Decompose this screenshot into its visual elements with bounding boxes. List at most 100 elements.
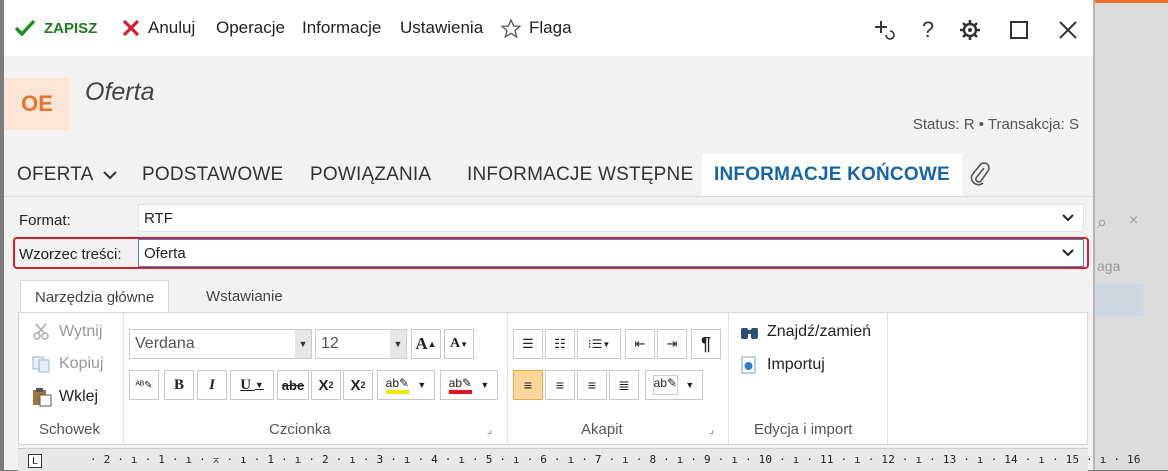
ribbon-panel: Wytnij Kopiuj Wklej Schowek Verdana ▼ 12…	[18, 312, 1088, 445]
tab-label: INFORMACJE WSTĘPNE	[467, 164, 694, 185]
copy-label: Kopiuj	[59, 355, 104, 372]
form-area: Format: RTF Wzorzec treści: Oferta Narzę…	[4, 197, 1093, 470]
font-color-icon[interactable]: ab✎ ▼	[440, 370, 498, 400]
decrease-indent-icon[interactable]: ⇤	[625, 329, 655, 359]
tab-informacje-wstepne[interactable]: INFORMACJE WSTĘPNE	[467, 154, 693, 196]
tab-label: INFORMACJE KOŃCOWE	[714, 164, 950, 185]
tab-label: PODSTAWOWE	[142, 164, 284, 185]
save-label: ZAPISZ	[44, 19, 98, 37]
paragraph-group-label: Akapit	[581, 421, 623, 438]
close-red-icon	[122, 19, 140, 37]
align-center-icon[interactable]: ≡	[545, 370, 575, 400]
dialog-launcher-icon[interactable]: ⌟	[487, 423, 492, 436]
tab-home-tools[interactable]: Narzędzia główne	[20, 280, 170, 313]
format-label: Format:	[19, 212, 71, 229]
add-window-icon[interactable]	[870, 16, 898, 44]
font-family-value: Verdana	[135, 335, 195, 352]
shading-color-icon[interactable]: ab✎ ▼	[645, 370, 703, 400]
superscript-icon[interactable]: X2	[343, 370, 373, 400]
find-replace-label: Znajdź/zamień	[767, 323, 872, 340]
font-size-select[interactable]: 12 ▼	[315, 329, 407, 359]
numbered-list-icon[interactable]: ☷	[545, 329, 575, 359]
document-header: OE Oferta Status: R • Transakcja: S	[4, 56, 1093, 154]
background-text: aga	[1097, 258, 1121, 274]
copy-button[interactable]: Kopiuj	[31, 355, 103, 373]
star-icon	[501, 18, 521, 38]
align-right-icon[interactable]: ≡	[577, 370, 607, 400]
group-separator	[728, 313, 729, 444]
toolbar: ZAPISZ Anuluj Operacje Informacje Ustawi…	[4, 0, 1093, 56]
dialog-launcher-icon[interactable]: ⌟	[709, 423, 714, 436]
tab-label: POWIĄZANIA	[310, 164, 432, 185]
background-selection	[1093, 284, 1143, 316]
gear-icon[interactable]	[956, 16, 984, 44]
tab-podstawowe[interactable]: PODSTAWOWE	[142, 154, 283, 196]
chevron-down-icon	[1062, 214, 1074, 222]
ribbon-tab-label: Narzędzia główne	[35, 288, 155, 306]
subscript-icon[interactable]: X2	[311, 370, 341, 400]
justify-icon[interactable]: ≣	[609, 370, 639, 400]
increase-indent-icon[interactable]: ⇥	[657, 329, 687, 359]
search-icon: ⌕	[1097, 212, 1108, 232]
bold-icon[interactable]: B	[164, 370, 194, 400]
settings-menu[interactable]: Ustawienia	[400, 16, 483, 40]
clipboard-group-label: Schowek	[39, 421, 100, 438]
import-label: Importuj	[767, 356, 825, 373]
flag-button[interactable]: Flaga	[501, 16, 572, 40]
binoculars-icon	[741, 328, 758, 339]
highlight-color-icon[interactable]: ab✎ ▼	[377, 370, 435, 400]
group-separator	[123, 313, 124, 444]
template-label: Wzorzec treści:	[19, 246, 122, 263]
tab-label: OFERTA	[17, 164, 94, 185]
underline-icon[interactable]: U ▼	[230, 370, 274, 400]
checkmark-icon	[14, 19, 36, 37]
format-select[interactable]: RTF	[138, 204, 1084, 232]
chevron-down-icon	[102, 171, 117, 180]
cut-button[interactable]: Wytnij	[31, 323, 102, 341]
information-menu[interactable]: Informacje	[302, 16, 381, 40]
chevron-down-icon	[1062, 249, 1074, 257]
operations-label: Operacje	[216, 18, 285, 37]
paperclip-icon[interactable]	[969, 154, 991, 196]
tab-stop-icon[interactable]: L	[28, 454, 42, 468]
multilevel-list-icon[interactable]: ⁝☰ ▼	[577, 329, 621, 359]
import-button[interactable]: Importuj	[739, 355, 825, 375]
document-title: Oferta	[85, 78, 155, 106]
help-icon[interactable]: ?	[914, 16, 942, 44]
tab-powiazania[interactable]: POWIĄZANIA	[310, 154, 431, 196]
font-size-value: 12	[321, 335, 339, 352]
background-window: ⌕ × aga	[1093, 0, 1168, 470]
save-button[interactable]: ZAPISZ	[14, 16, 97, 40]
cancel-button[interactable]: Anuluj	[122, 16, 195, 40]
shrink-font-icon[interactable]: A ▼	[444, 329, 474, 359]
dropdown-arrow-icon: ▼	[390, 330, 406, 358]
ruler[interactable]: L · 2 · ı · 1 · ı · ⌅ · ı · 1 · ı · 2 · …	[18, 448, 1140, 471]
maximize-icon[interactable]	[1005, 16, 1033, 44]
find-replace-button[interactable]: Znajdź/zamień	[739, 323, 871, 341]
bullet-list-icon[interactable]: ☰	[513, 329, 543, 359]
flag-label: Flaga	[529, 18, 572, 37]
tab-oferta[interactable]: OFERTA	[17, 154, 118, 196]
status-info: Status: R • Transakcja: S	[912, 116, 1079, 133]
strikethrough-icon[interactable]: abe	[277, 370, 309, 400]
tab-informacje-koncowe[interactable]: INFORMACJE KOŃCOWE	[702, 154, 962, 196]
change-case-icon[interactable]: ᴬᴮ✎	[129, 370, 159, 400]
font-family-select[interactable]: Verdana ▼	[129, 329, 312, 359]
tab-insert[interactable]: Wstawianie	[192, 280, 297, 312]
information-label: Informacje	[302, 18, 382, 37]
import-icon	[741, 356, 756, 374]
copy-icon	[32, 356, 50, 373]
rich-text-ribbon: Narzędzia główne Wstawianie Wytnij Kopiu…	[18, 280, 1088, 470]
align-left-icon[interactable]: ≡	[513, 370, 543, 400]
pilcrow-icon[interactable]: ¶	[691, 329, 721, 359]
italic-icon[interactable]: I	[197, 370, 227, 400]
grow-font-icon[interactable]: A ▲	[411, 329, 441, 359]
template-select[interactable]: Oferta	[138, 239, 1084, 267]
ribbon-tab-label: Wstawianie	[206, 287, 283, 305]
tab-bar: OFERTA PODSTAWOWE POWIĄZANIA INFORMACJE …	[4, 154, 1093, 197]
paste-icon	[33, 388, 52, 407]
close-icon[interactable]	[1054, 16, 1082, 44]
operations-menu[interactable]: Operacje	[216, 16, 285, 40]
paste-button[interactable]: Wklej	[31, 387, 98, 407]
group-separator	[507, 313, 508, 444]
